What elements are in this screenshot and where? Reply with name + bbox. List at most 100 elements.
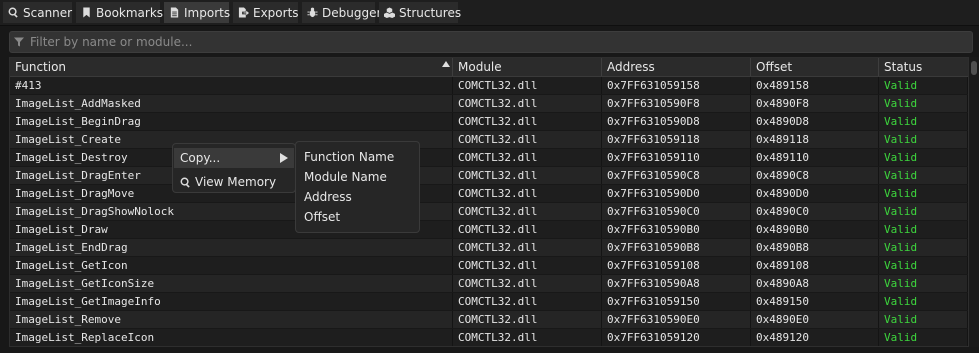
search-icon <box>8 7 19 19</box>
copy-offset[interactable]: Offset <box>297 207 418 227</box>
column-header-address[interactable]: Address <box>602 58 751 76</box>
tab-exports[interactable]: Exports <box>233 2 299 23</box>
tab-label: Scanner <box>23 5 73 20</box>
cell-offset: 0x489158 <box>751 77 879 94</box>
tab-bookmarks[interactable]: Bookmarks <box>76 2 163 23</box>
column-header-offset[interactable]: Offset <box>751 58 879 76</box>
column-header-status[interactable]: Status <box>879 58 968 76</box>
bookmark-icon <box>81 7 92 19</box>
table-row[interactable]: ImageList_GetIconSize COMCTL32.dll 0x7FF63… <box>10 275 968 293</box>
table-row[interactable]: ImageList_Remove COMCTL32.dll 0x7FF6310590… <box>10 311 968 329</box>
submenu-arrow-icon <box>280 153 288 163</box>
cell-address: 0x7FF6310590E0 <box>602 311 751 328</box>
table-row[interactable]: ImageList_ReplaceIcon COMCTL32.dll 0x7FF63… <box>10 329 968 346</box>
copy-address[interactable]: Address <box>297 187 418 207</box>
cell-offset: 0x489150 <box>751 293 879 310</box>
cell-status: Valid <box>879 167 968 184</box>
tab-label: Exports <box>253 5 299 20</box>
cell-module: COMCTL32.dll <box>453 95 602 112</box>
cell-address: 0x7FF6310590D0 <box>602 185 751 202</box>
cell-function: ImageList_ReplaceIcon <box>10 329 453 346</box>
cell-module: COMCTL32.dll <box>453 203 602 220</box>
cell-address: 0x7FF631059108 <box>602 257 751 274</box>
cell-function: ImageList_GetImageInfo <box>10 293 453 310</box>
table-row[interactable]: #413 COMCTL32.dll 0x7FF631059158 0x489158 Va… <box>10 77 968 95</box>
cell-status: Valid <box>879 131 968 148</box>
cell-offset: 0x4890A8 <box>751 275 879 292</box>
filter-input[interactable] <box>30 35 950 49</box>
cell-status: Valid <box>879 149 968 166</box>
copy-submenu: Function Name Module Name Address Offset <box>295 141 420 233</box>
cell-function: ImageList_GetIcon <box>10 257 453 274</box>
tab-scanner[interactable]: Scanner <box>3 2 72 23</box>
cell-offset: 0x4890B0 <box>751 221 879 238</box>
cell-address: 0x7FF6310590B8 <box>602 239 751 256</box>
cell-offset: 0x4890F8 <box>751 95 879 112</box>
table-row[interactable]: ImageList_Draw COMCTL32.dll 0x7FF6310590B0… <box>10 221 968 239</box>
sort-ascending-icon[interactable] <box>442 61 450 67</box>
cell-address: 0x7FF6310590D8 <box>602 113 751 130</box>
cell-function: #413 <box>10 77 453 94</box>
search-icon <box>180 174 192 188</box>
table-row[interactable]: ImageList_DragEnter COMCTL32.dll 0x7FF6310… <box>10 167 968 185</box>
table-row[interactable]: ImageList_Destroy COMCTL32.dll 0x7FF631059… <box>10 149 968 167</box>
context-menu: Copy... View Memory <box>172 143 296 193</box>
cell-address: 0x7FF631059118 <box>602 131 751 148</box>
cell-offset: 0x4890D0 <box>751 185 879 202</box>
context-menu-view-memory[interactable]: View Memory <box>174 172 294 192</box>
table-row[interactable]: ImageList_DragMove COMCTL32.dll 0x7FF63105… <box>10 185 968 203</box>
cell-status: Valid <box>879 95 968 112</box>
cell-function: ImageList_AddMasked <box>10 95 453 112</box>
tab-structures[interactable]: Structures <box>379 2 461 23</box>
table-row[interactable]: ImageList_EndDrag COMCTL32.dll 0x7FF631059… <box>10 239 968 257</box>
scrollbar-thumb[interactable] <box>971 61 977 75</box>
cell-function: ImageList_EndDrag <box>10 239 453 256</box>
column-header-function[interactable]: Function <box>10 58 453 76</box>
table-row[interactable]: ImageList_BeginDrag COMCTL32.dll 0x7FF6310… <box>10 113 968 131</box>
table-row[interactable]: ImageList_GetImageInfo COMCTL32.dll 0x7FF6… <box>10 293 968 311</box>
cell-function: ImageList_Remove <box>10 311 453 328</box>
column-header-module[interactable]: Module <box>453 58 602 76</box>
cell-module: COMCTL32.dll <box>453 293 602 310</box>
cell-offset: 0x489110 <box>751 149 879 166</box>
cell-offset: 0x489118 <box>751 131 879 148</box>
cell-status: Valid <box>879 185 968 202</box>
cell-status: Valid <box>879 221 968 238</box>
tab-bar: Scanner Bookmarks Imports Exports Debugg… <box>0 0 979 25</box>
table-row[interactable]: ImageList_Create COMCTL32.dll 0x7FF6310591… <box>10 131 968 149</box>
copy-module-name[interactable]: Module Name <box>297 167 418 187</box>
table-row[interactable]: ImageList_GetIcon COMCTL32.dll 0x7FF631059… <box>10 257 968 275</box>
table-row[interactable]: ImageList_AddMasked COMCTL32.dll 0x7FF6310… <box>10 95 968 113</box>
cell-address: 0x7FF6310590B0 <box>602 221 751 238</box>
export-icon <box>238 7 249 19</box>
vertical-scrollbar[interactable] <box>969 57 979 347</box>
context-menu-copy[interactable]: Copy... <box>174 148 294 168</box>
tab-debugger[interactable]: Debugger <box>302 2 381 23</box>
cell-status: Valid <box>879 275 968 292</box>
cell-address: 0x7FF6310590F8 <box>602 95 751 112</box>
cell-status: Valid <box>879 257 968 274</box>
cell-address: 0x7FF6310590C8 <box>602 167 751 184</box>
table-header: Function Module Address Offset Status <box>10 58 968 77</box>
cell-module: COMCTL32.dll <box>453 257 602 274</box>
cell-module: COMCTL32.dll <box>453 275 602 292</box>
cell-offset: 0x4890C8 <box>751 167 879 184</box>
filter-box[interactable] <box>9 31 973 53</box>
cell-address: 0x7FF6310590C0 <box>602 203 751 220</box>
cell-status: Valid <box>879 329 968 346</box>
copy-function-name[interactable]: Function Name <box>297 147 418 167</box>
cell-module: COMCTL32.dll <box>453 311 602 328</box>
cell-offset: 0x489120 <box>751 329 879 346</box>
cell-module: COMCTL32.dll <box>453 149 602 166</box>
cell-module: COMCTL32.dll <box>453 329 602 346</box>
tab-imports[interactable]: Imports <box>164 2 230 23</box>
cell-status: Valid <box>879 203 968 220</box>
cell-function: ImageList_GetIconSize <box>10 275 453 292</box>
cell-module: COMCTL32.dll <box>453 239 602 256</box>
tab-label: Debugger <box>322 5 382 20</box>
cell-module: COMCTL32.dll <box>453 167 602 184</box>
table-row[interactable]: ImageList_DragShowNolock COMCTL32.dll 0x7F… <box>10 203 968 221</box>
cell-status: Valid <box>879 113 968 130</box>
cell-offset: 0x4890B8 <box>751 239 879 256</box>
cell-offset: 0x489108 <box>751 257 879 274</box>
